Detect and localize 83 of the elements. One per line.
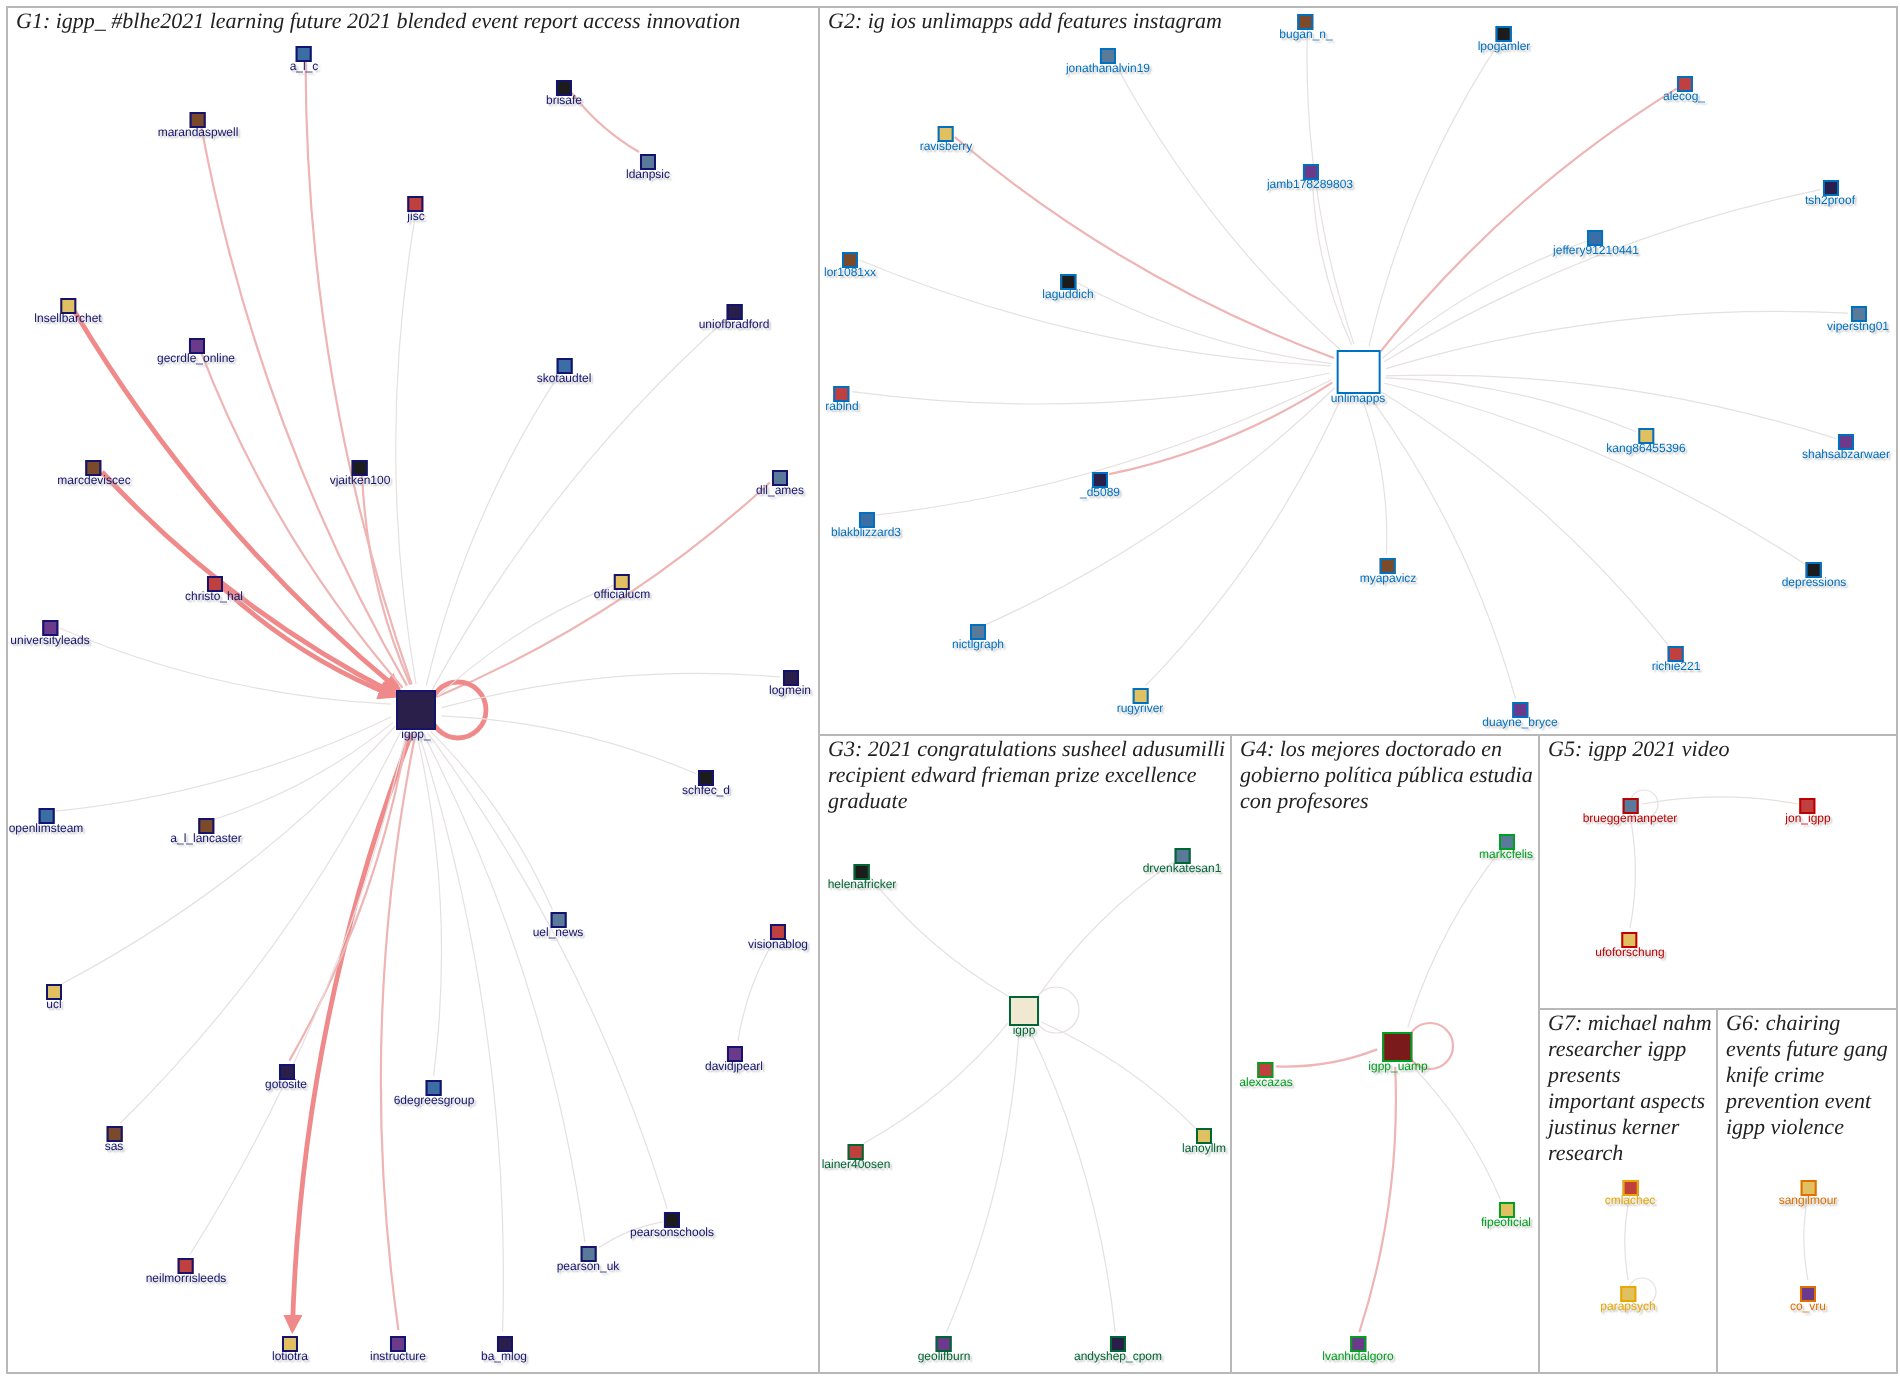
profile-thumbnail bbox=[278, 1064, 294, 1080]
profile-thumbnail bbox=[42, 620, 58, 636]
profile-thumbnail bbox=[970, 624, 986, 640]
profile-thumbnail bbox=[1638, 428, 1654, 444]
group-title: G4: los mejores doctorado en gobierno política pública estudia con profesores bbox=[1238, 736, 1534, 816]
profile-thumbnail bbox=[772, 470, 788, 486]
profile-thumbnail bbox=[1668, 646, 1684, 662]
profile-thumbnail bbox=[1383, 1031, 1413, 1061]
loop-edge bbox=[1032, 986, 1080, 1034]
profile-thumbnail bbox=[1512, 702, 1528, 718]
profile-thumbnail bbox=[854, 864, 870, 880]
group-title: G3: 2021 congratulations susheel adusumilli recipient edward frieman prize excellence graduate bbox=[826, 736, 1226, 816]
group-title: G7: michael nahm researcher igpp presents important aspects justinus kerner research bbox=[1543, 1010, 1712, 1168]
profile-thumbnail bbox=[408, 196, 424, 212]
profile-thumbnail bbox=[556, 80, 572, 96]
profile-thumbnail bbox=[1800, 1286, 1816, 1302]
profile-thumbnail bbox=[1092, 472, 1108, 488]
group-title: G5: igpp 2021 video bbox=[1546, 736, 1730, 764]
profile-thumbnail bbox=[60, 298, 76, 314]
profile-thumbnail bbox=[496, 1336, 512, 1352]
profile-thumbnail bbox=[1009, 995, 1039, 1025]
profile-thumbnail bbox=[550, 912, 566, 928]
profile-thumbnail bbox=[1110, 1336, 1126, 1352]
profile-thumbnail bbox=[206, 576, 222, 592]
profile-thumbnail bbox=[1350, 1336, 1366, 1352]
profile-thumbnail bbox=[834, 386, 850, 402]
profile-thumbnail bbox=[848, 1144, 864, 1160]
profile-thumbnail bbox=[726, 1046, 742, 1062]
profile-thumbnail bbox=[936, 1336, 952, 1352]
profile-thumbnail bbox=[190, 112, 206, 128]
profile-thumbnail bbox=[1622, 932, 1638, 948]
profile-thumbnail bbox=[782, 670, 798, 686]
profile-thumbnail bbox=[38, 808, 54, 824]
profile-thumbnail bbox=[1800, 1180, 1816, 1196]
profile-thumbnail bbox=[580, 1246, 596, 1262]
profile-thumbnail bbox=[1196, 1128, 1212, 1144]
profile-thumbnail bbox=[938, 126, 954, 142]
profile-thumbnail bbox=[1806, 562, 1822, 578]
profile-thumbnail bbox=[858, 512, 874, 528]
profile-thumbnail bbox=[1588, 230, 1604, 246]
profile-thumbnail bbox=[1498, 834, 1514, 850]
profile-thumbnail bbox=[1380, 558, 1396, 574]
profile-thumbnail bbox=[106, 1126, 122, 1142]
group-title: G1: igpp_ #blhe2021 learning future 2021 blended event report access innovation bbox=[14, 8, 741, 36]
profile-thumbnail bbox=[1676, 76, 1692, 92]
profile-thumbnail bbox=[188, 338, 204, 354]
profile-thumbnail bbox=[178, 1258, 194, 1274]
profile-thumbnail bbox=[1258, 1062, 1274, 1078]
profile-thumbnail bbox=[1060, 274, 1076, 290]
profile-thumbnail bbox=[640, 154, 656, 170]
profile-thumbnail bbox=[1132, 688, 1148, 704]
profile-thumbnail bbox=[664, 1212, 680, 1228]
profile-thumbnail bbox=[426, 1080, 442, 1096]
profile-thumbnail bbox=[1302, 164, 1318, 180]
profile-thumbnail bbox=[1800, 798, 1816, 814]
profile-thumbnail bbox=[1100, 48, 1116, 64]
profile-thumbnail bbox=[296, 46, 312, 62]
profile-thumbnail bbox=[198, 818, 214, 834]
profile-thumbnail bbox=[390, 1336, 406, 1352]
profile-thumbnail bbox=[1498, 1202, 1514, 1218]
profile-thumbnail bbox=[726, 304, 742, 320]
profile-thumbnail bbox=[46, 984, 62, 1000]
profile-thumbnail bbox=[1496, 26, 1512, 42]
profile-thumbnail bbox=[770, 924, 786, 940]
profile-thumbnail bbox=[1838, 434, 1854, 450]
group-title: G2: ig ios unlimapps add features instagram bbox=[826, 8, 1222, 36]
profile-thumbnail bbox=[1336, 350, 1380, 394]
group-title: G6: chairing events future gang knife crime prevention event igpp violence bbox=[1723, 1010, 1890, 1142]
profile-thumbnail bbox=[282, 1336, 298, 1352]
profile-thumbnail bbox=[842, 252, 858, 268]
profile-thumbnail bbox=[86, 460, 102, 476]
profile-thumbnail bbox=[1622, 1180, 1638, 1196]
profile-thumbnail bbox=[698, 770, 714, 786]
profile-thumbnail bbox=[1174, 848, 1190, 864]
profile-thumbnail bbox=[396, 690, 436, 730]
profile-thumbnail bbox=[1850, 306, 1866, 322]
profile-thumbnail bbox=[1620, 1286, 1636, 1302]
profile-thumbnail bbox=[556, 358, 572, 374]
profile-thumbnail bbox=[614, 574, 630, 590]
profile-thumbnail bbox=[1298, 14, 1314, 30]
profile-thumbnail bbox=[1822, 180, 1838, 196]
profile-thumbnail bbox=[1622, 798, 1638, 814]
profile-thumbnail bbox=[352, 460, 368, 476]
